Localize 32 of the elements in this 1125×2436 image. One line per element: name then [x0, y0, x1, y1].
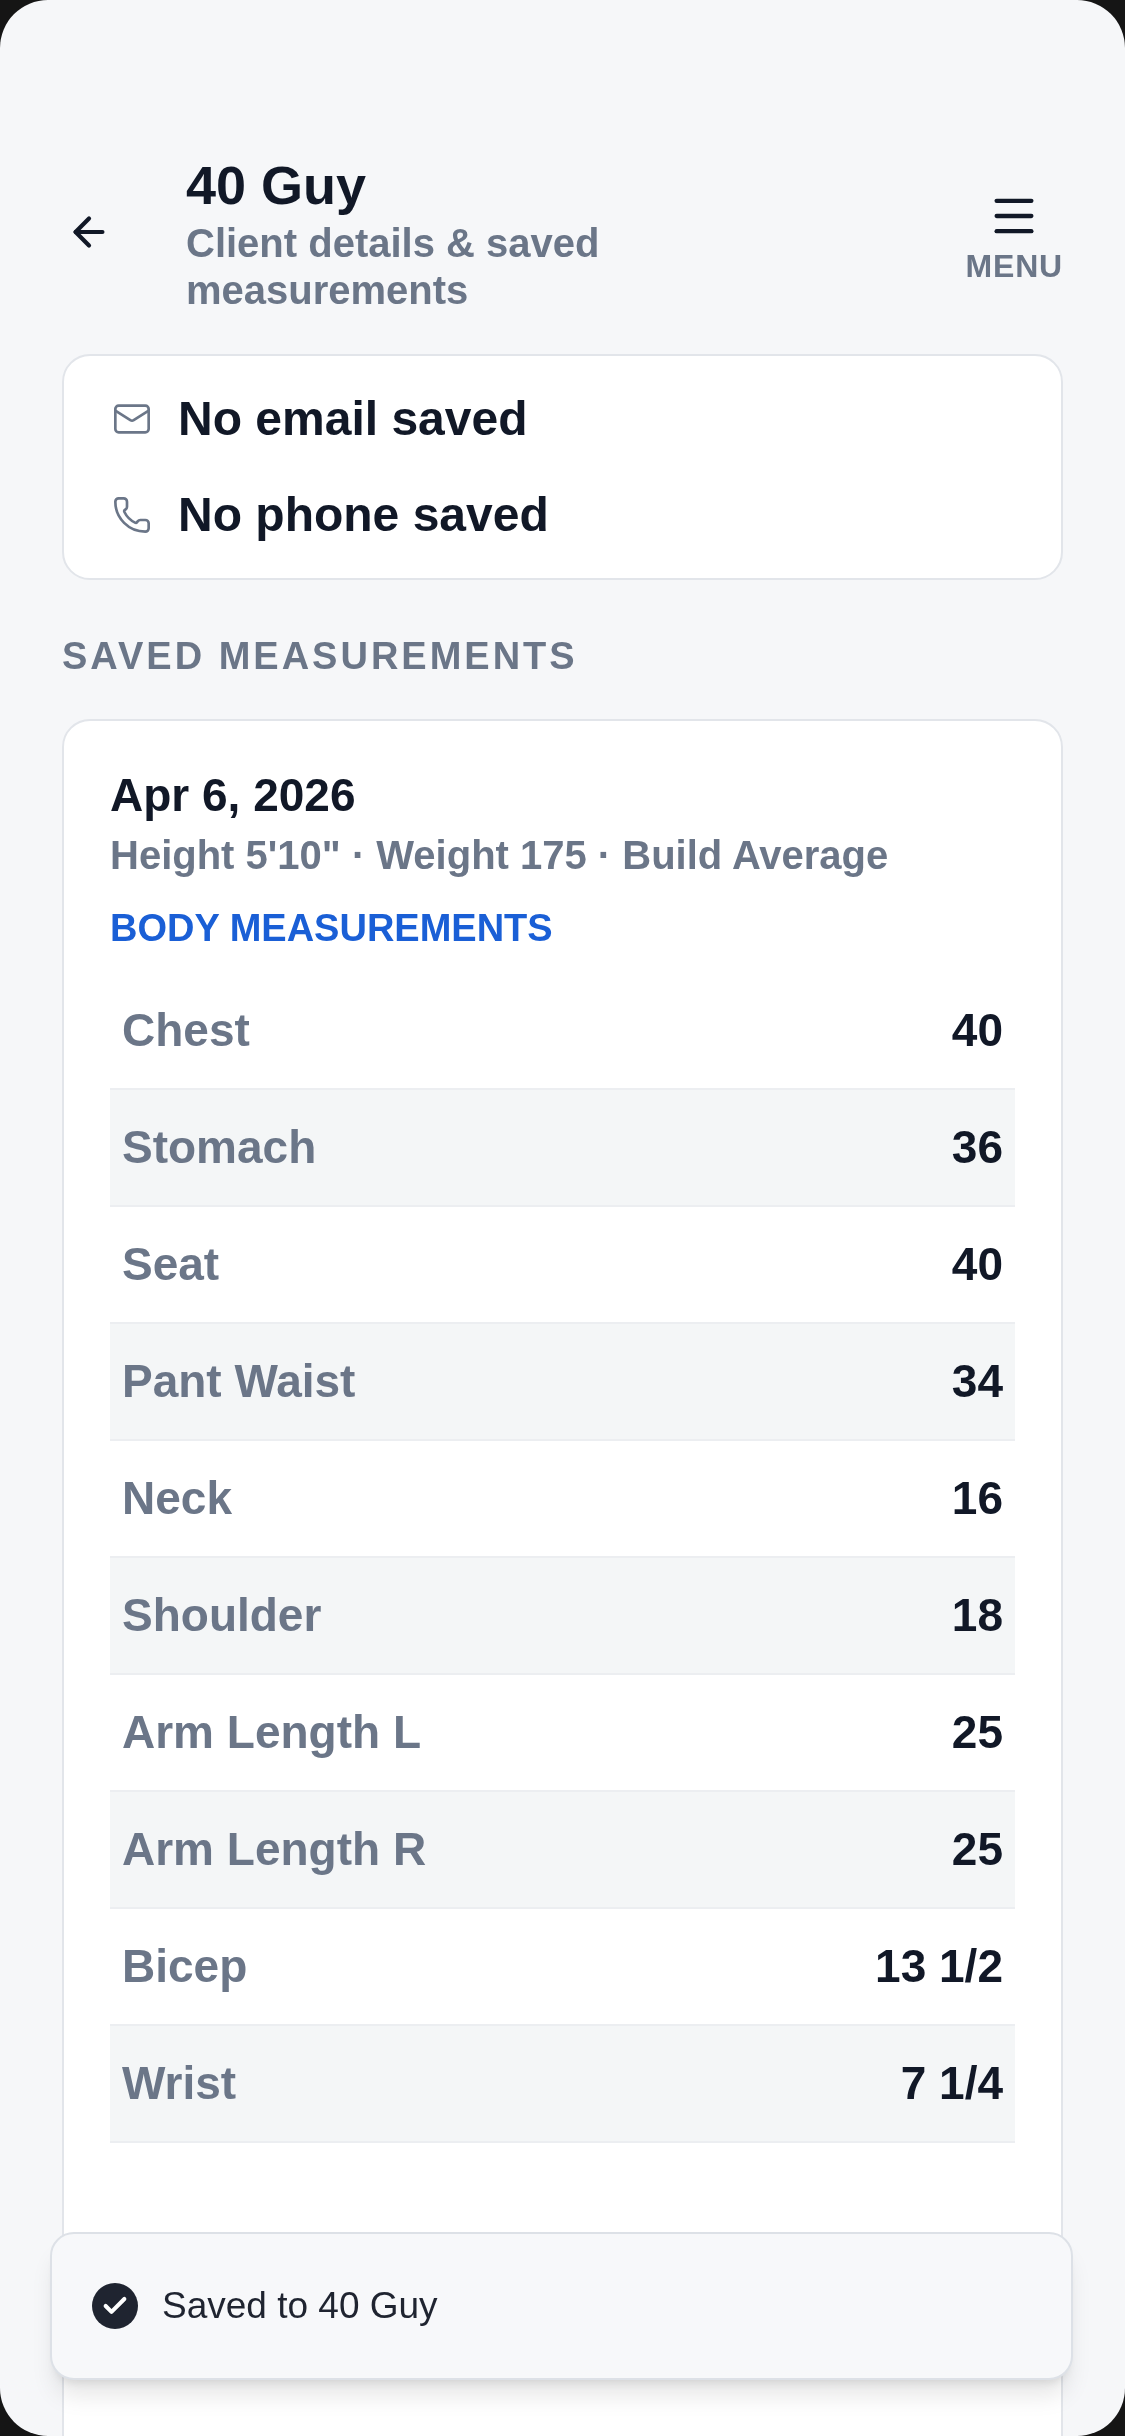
- measurement-value: 40: [951, 1003, 1003, 1058]
- measurement-label: Shoulder: [122, 1588, 322, 1643]
- measurement-date: Apr 6, 2026: [110, 768, 357, 823]
- measurement-label: Neck: [122, 1471, 232, 1526]
- contact-text: No email saved: [178, 392, 528, 446]
- measurement-label: Chest: [122, 1003, 250, 1058]
- measurement-label: Arm Length R: [122, 1822, 427, 1877]
- measurement-value: 7 1/4: [900, 2056, 1003, 2111]
- menu-button[interactable]: MENU: [965, 190, 1063, 290]
- measurement-value: 40: [951, 1237, 1003, 1292]
- measurement-value: 25: [951, 1705, 1003, 1760]
- section-title: SAVED MEASUREMENTS: [62, 635, 578, 677]
- measurement-label: Bicep: [122, 1939, 248, 1994]
- measurement-label: Wrist: [122, 2056, 237, 2111]
- success-check-icon: [92, 2283, 138, 2329]
- toast-message: Saved to 40 Guy: [162, 2284, 438, 2329]
- page-subtitle: Client details & saved measurements: [186, 220, 601, 314]
- phone-icon: [112, 495, 152, 535]
- measurement-value: 16: [951, 1471, 1003, 1526]
- measurement-value: 34: [951, 1354, 1003, 1409]
- measurement-value: 36: [951, 1120, 1003, 1175]
- measurement-label: Arm Length L: [122, 1705, 421, 1760]
- measurement-value: 13 1/2: [875, 1939, 1003, 1994]
- measurement-value: 25: [951, 1822, 1003, 1877]
- measurement-label: Stomach: [122, 1120, 317, 1175]
- measurement-label: Pant Waist: [122, 1354, 356, 1409]
- contact-text: No phone saved: [178, 488, 549, 542]
- measurement-value: 18: [951, 1588, 1003, 1643]
- page-title: 40 Guy: [186, 154, 368, 217]
- measurement-summary: Height 5'10" · Weight 175 · Build Average: [110, 832, 890, 879]
- measurement-label: Seat: [122, 1237, 220, 1292]
- group-title: BODY MEASUREMENTS: [110, 906, 554, 951]
